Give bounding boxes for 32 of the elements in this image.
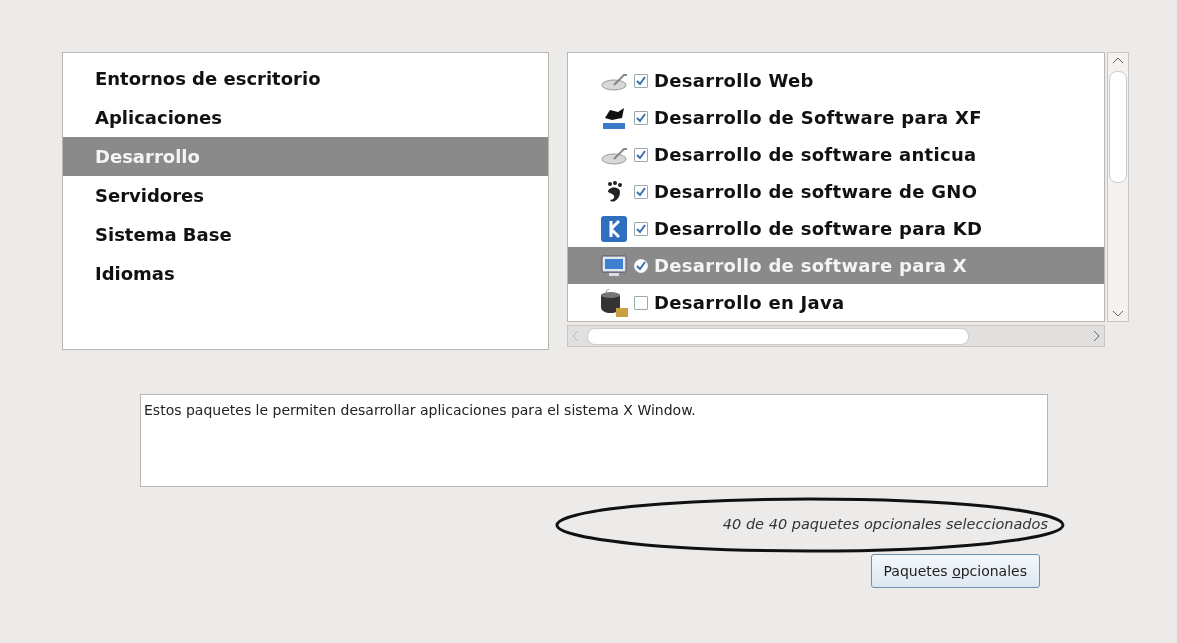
- group-row[interactable]: Desarrollo en Java: [568, 284, 1104, 321]
- checkbox[interactable]: [634, 147, 648, 162]
- category-item[interactable]: Idiomas: [63, 254, 548, 293]
- group-row[interactable]: Desarrollo de software de GNO: [568, 173, 1104, 210]
- group-row[interactable]: Desarrollo de software anticua: [568, 136, 1104, 173]
- checkbox[interactable]: [634, 184, 648, 199]
- group-label: Desarrollo de software para X: [654, 255, 967, 276]
- scroll-thumb[interactable]: [1109, 71, 1127, 183]
- group-label: Desarrollo en Java: [654, 292, 845, 313]
- checkbox[interactable]: [634, 73, 648, 88]
- category-item[interactable]: Aplicaciones: [63, 98, 548, 137]
- group-row[interactable]: Desarrollo de software para KD: [568, 210, 1104, 247]
- group-row[interactable]: Desarrollo Web: [568, 62, 1104, 99]
- optional-packages-button[interactable]: Paquetes opcionales: [870, 554, 1040, 588]
- group-row[interactable]: Desarrollo de Software para XF: [568, 99, 1104, 136]
- status-text: 40 de 40 paquetes opcionales seleccionados: [722, 516, 1048, 532]
- checkbox[interactable]: [634, 295, 648, 310]
- group-label: Desarrollo de software de GNO: [654, 181, 978, 202]
- group-label: Desarrollo de software anticua: [654, 144, 977, 165]
- category-item[interactable]: Servidores: [63, 176, 548, 215]
- checkbox[interactable]: [634, 221, 648, 236]
- checkbox[interactable]: [634, 110, 648, 125]
- category-item[interactable]: Entornos de escritorio: [63, 59, 548, 98]
- group-label: Desarrollo Web: [654, 70, 814, 91]
- coffee-cup-icon: [600, 288, 628, 317]
- vertical-scrollbar[interactable]: [1107, 52, 1129, 322]
- horizontal-scrollbar[interactable]: [567, 325, 1105, 347]
- description-text: Estos paquetes le permiten desarrollar aplicaciones para el sistema X Window.: [140, 394, 1048, 487]
- group-label: Desarrollo de Software para XF: [654, 107, 982, 128]
- category-item[interactable]: Sistema Base: [63, 215, 548, 254]
- group-label: Desarrollo de software para KD: [654, 218, 983, 239]
- scroll-thumb[interactable]: [587, 327, 969, 345]
